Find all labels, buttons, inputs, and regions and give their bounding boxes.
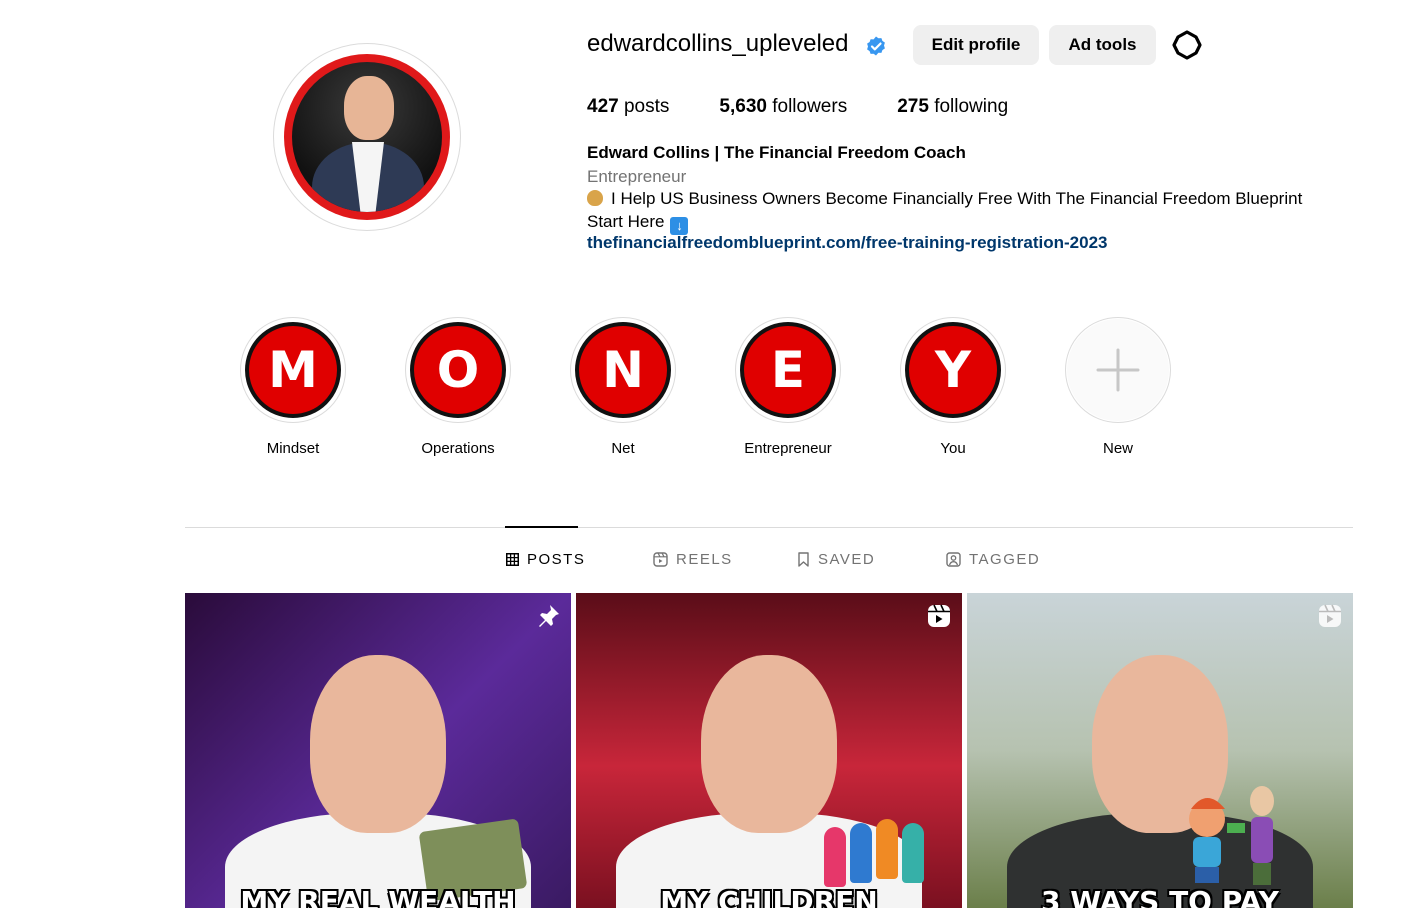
reel-icon	[928, 604, 950, 627]
highlight-cover: Y	[905, 322, 1001, 418]
post-caption: 3 WAYS TO PAY	[1041, 885, 1279, 908]
tagged-icon	[946, 552, 961, 567]
post-thumbnail[interactable]: 3 WAYS TO PAY	[967, 593, 1353, 908]
reels-icon	[653, 552, 668, 567]
highlight-label: New	[1102, 440, 1133, 457]
reel-icon	[1319, 604, 1341, 627]
followers-stat[interactable]: 5,630 followers	[719, 96, 847, 118]
tab-reels-label: REELS	[676, 551, 733, 568]
profile-stats: 427 posts 5,630 followers 275 following	[587, 96, 1058, 118]
pin-icon	[539, 605, 559, 627]
highlight-you[interactable]: Y You	[878, 317, 1028, 457]
following-count: 275	[897, 96, 929, 117]
highlight-operations[interactable]: O Operations	[383, 317, 533, 457]
post-thumbnail[interactable]: MY REAL WEALTH	[185, 593, 571, 908]
following-stat[interactable]: 275 following	[897, 96, 1008, 118]
highlight-cover: O	[410, 322, 506, 418]
posts-count: 427	[587, 96, 619, 117]
following-label: following	[934, 96, 1009, 117]
new-highlight-button[interactable]: New	[1043, 317, 1193, 457]
kids-illustration	[824, 817, 934, 893]
avatar-story-ring	[284, 54, 450, 220]
highlight-label: You	[940, 440, 966, 457]
highlight-cover: E	[740, 322, 836, 418]
followers-label: followers	[772, 96, 848, 117]
bio-full-name: Edward Collins | The Financial Freedom C…	[587, 143, 966, 162]
settings-gear-icon[interactable]	[1171, 29, 1203, 61]
ad-tools-button[interactable]: Ad tools	[1049, 25, 1156, 65]
bio-external-link[interactable]: thefinancialfreedomblueprint.com/free-tr…	[587, 233, 1107, 253]
avatar-photo	[292, 62, 442, 212]
bio-category: Entrepreneur	[587, 167, 687, 186]
active-tab-indicator	[505, 526, 578, 528]
highlight-label: Entrepreneur	[744, 440, 832, 457]
posts-stat: 427 posts	[587, 96, 669, 118]
tab-posts[interactable]: POSTS	[506, 551, 585, 568]
highlight-label: Mindset	[266, 440, 320, 457]
tab-posts-label: POSTS	[527, 551, 586, 568]
highlight-cover: N	[575, 322, 671, 418]
highlight-label: Net	[611, 440, 635, 457]
tab-saved-label: SAVED	[818, 551, 876, 568]
posts-label: posts	[623, 96, 670, 117]
cartoon-illustration	[1189, 786, 1274, 885]
highlight-cover: M	[245, 322, 341, 418]
tab-tagged[interactable]: TAGGED	[946, 551, 1040, 568]
tab-reels[interactable]: REELS	[653, 551, 733, 568]
edit-profile-button[interactable]: Edit profile	[913, 25, 1039, 65]
profile-avatar[interactable]	[273, 43, 461, 231]
post-photo	[701, 655, 837, 833]
bio-cta: Start Here ↓	[587, 212, 689, 235]
tab-saved[interactable]: SAVED	[797, 551, 875, 568]
post-thumbnail[interactable]: MY CHILDREN	[576, 593, 962, 908]
post-photo	[310, 655, 446, 833]
plus-icon	[1096, 348, 1140, 392]
highlight-label: Operations	[421, 440, 495, 457]
followers-count: 5,630	[719, 96, 767, 117]
highlight-mindset[interactable]: M Mindset	[218, 317, 368, 457]
tab-tagged-label: TAGGED	[969, 551, 1041, 568]
bookmark-icon	[798, 552, 809, 567]
bio-line-2: Start Here	[587, 212, 665, 231]
bio-line-1: I Help US Business Owners Become Financi…	[611, 189, 1303, 208]
profile-username: edwardcollins_upleveled	[587, 30, 849, 57]
grid-icon	[506, 553, 519, 566]
post-caption: MY REAL WEALTH	[240, 885, 516, 908]
verified-badge-icon	[867, 36, 885, 56]
highlight-net[interactable]: N Net	[548, 317, 698, 457]
tabs-divider	[185, 527, 1353, 528]
money-bag-icon	[587, 190, 603, 206]
bio-description: I Help US Business Owners Become Financi…	[587, 189, 1302, 209]
post-caption: MY CHILDREN	[660, 885, 878, 908]
highlight-entrepreneur[interactable]: E Entrepreneur	[713, 317, 863, 457]
